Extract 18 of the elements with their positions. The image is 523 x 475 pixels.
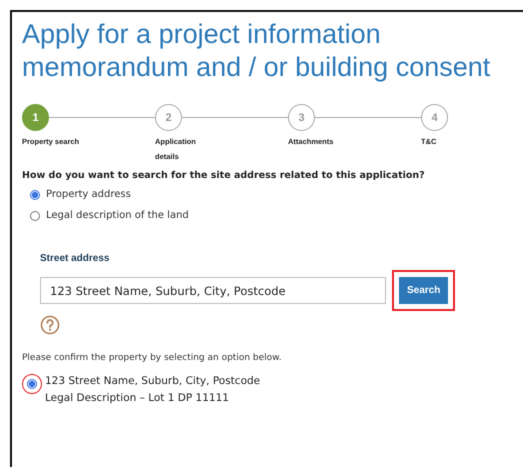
help-icon[interactable] (40, 315, 60, 335)
option-label: Legal description of the land (46, 210, 189, 221)
search-button[interactable]: Search (399, 277, 448, 304)
question-text: How do you want to search for the site address related to this application? (22, 170, 426, 181)
street-address-field[interactable]: 123 Street Name, Suburb, City, Postcode (40, 277, 386, 304)
result-address: 123 Street Name, Suburb, City, Postcode (45, 374, 260, 389)
page-title: Apply for a project information memorandum and / or building consent (22, 18, 492, 84)
step-circle[interactable]: 3 (288, 104, 315, 131)
option-label: Property address (46, 189, 131, 200)
radio-button[interactable] (27, 379, 37, 389)
step-circle[interactable]: 4 (421, 104, 448, 131)
field-label: Street address (40, 253, 110, 264)
instruction-text: Please confirm the property by selecting an option below. (22, 353, 283, 363)
step-circle[interactable]: 1 (22, 104, 49, 131)
result-legal-description: Legal Description – Lot 1 DP 11111 (45, 391, 230, 406)
step-circle[interactable]: 2 (155, 104, 182, 131)
radio-button[interactable] (30, 190, 40, 200)
radio-button[interactable] (30, 210, 40, 220)
